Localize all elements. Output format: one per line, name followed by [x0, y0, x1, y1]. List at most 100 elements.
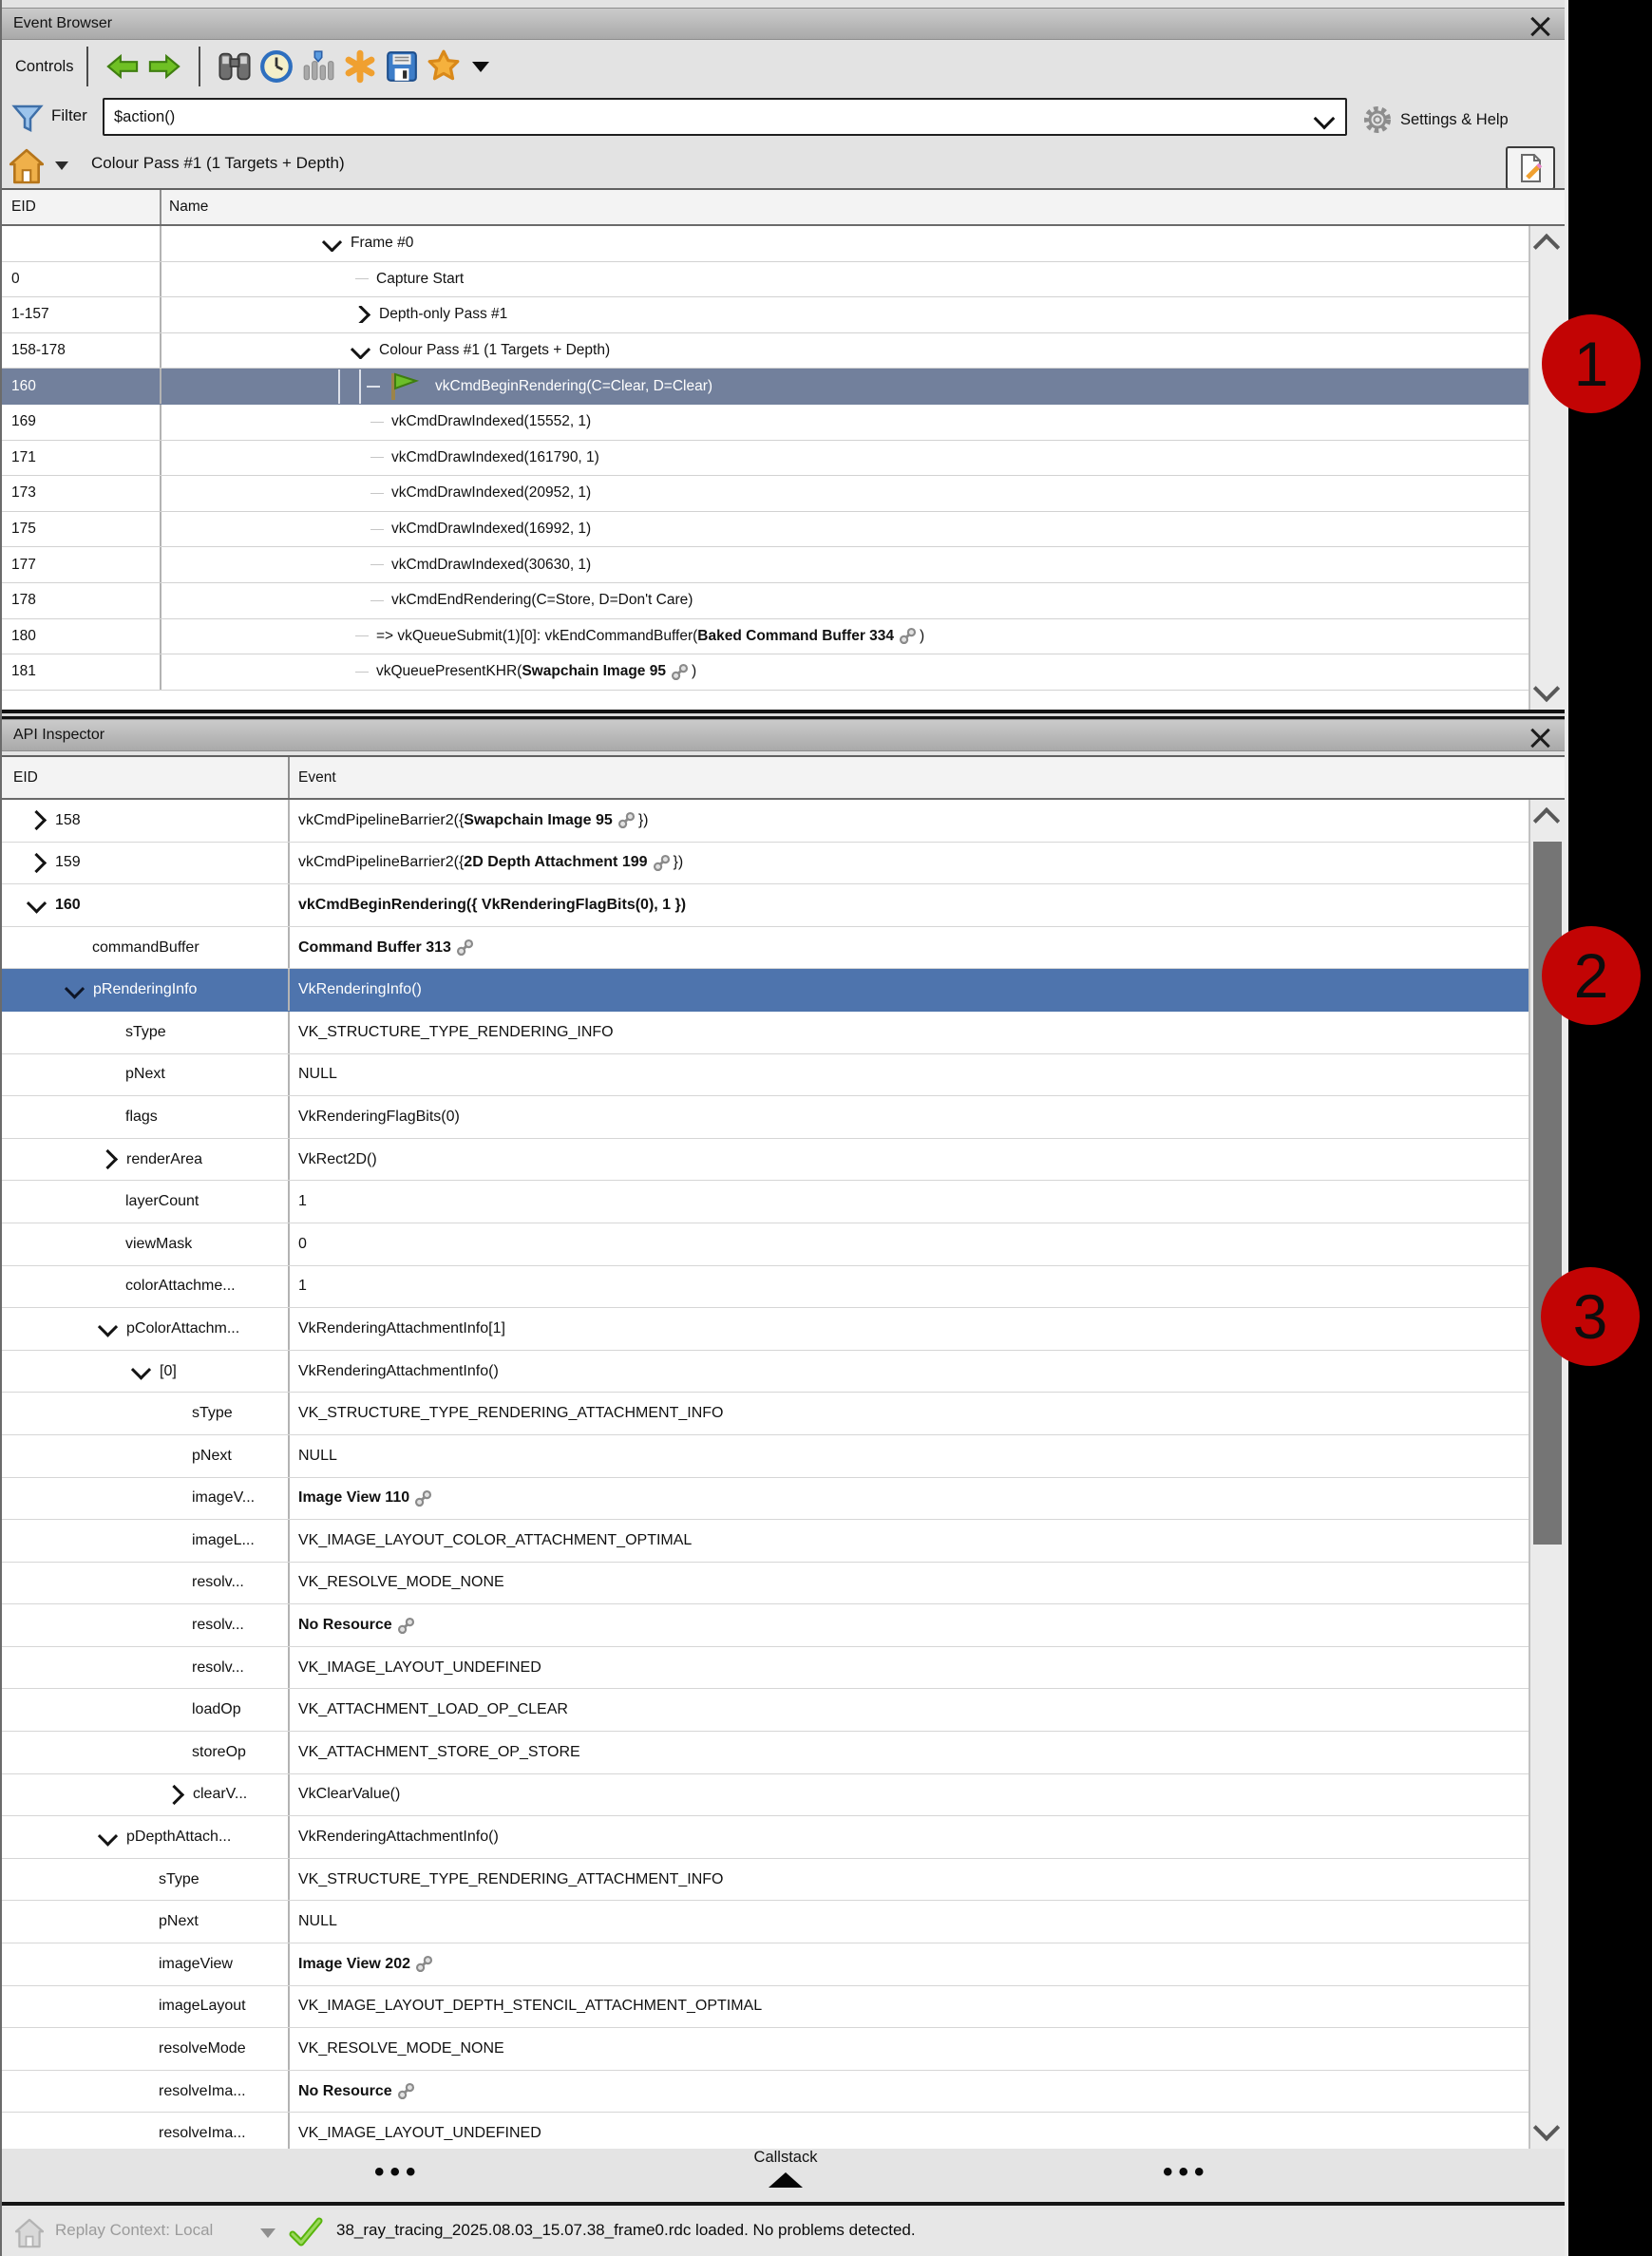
api-row[interactable]: sTypeVK_STRUCTURE_TYPE_RENDERING_INFO [2, 1012, 1529, 1054]
chevron-right-icon[interactable] [27, 853, 47, 873]
api-event-cell: No Resource [290, 1617, 1529, 1635]
bookmark-star-icon[interactable] [423, 46, 465, 87]
callstack-tab[interactable]: Callstack [705, 2149, 866, 2188]
replay-context-selector[interactable]: Replay Context: Local [55, 2221, 213, 2240]
breadcrumb-caret-icon[interactable] [55, 161, 68, 170]
dock-footer: ••• Callstack ••• [2, 2149, 1565, 2206]
back-arrow-icon[interactable] [102, 46, 143, 87]
event-row[interactable]: 160 vkCmdBeginRendering(C=Clear, D=Clear… [2, 369, 1529, 405]
api-row[interactable]: layerCount1 [2, 1181, 1529, 1223]
api-row[interactable]: pNextNULL [2, 1901, 1529, 1943]
event-row[interactable]: 169vkCmdDrawIndexed(15552, 1) [2, 405, 1529, 441]
settings-help-button[interactable]: Settings & Help [1362, 104, 1509, 135]
event-row[interactable]: 181vkQueuePresentKHR( Swapchain Image 95… [2, 654, 1529, 691]
api-inspector-titlebar[interactable]: API Inspector [2, 719, 1565, 751]
event-row[interactable]: 158-178Colour Pass #1 (1 Targets + Depth… [2, 333, 1529, 370]
api-row[interactable]: pNextNULL [2, 1435, 1529, 1478]
chevron-down-icon[interactable] [27, 894, 47, 914]
api-row[interactable]: sTypeVK_STRUCTURE_TYPE_RENDERING_ATTACHM… [2, 1859, 1529, 1902]
api-row[interactable]: pNextNULL [2, 1054, 1529, 1097]
api-row[interactable]: 160vkCmdBeginRendering({ VkRenderingFlag… [2, 884, 1529, 927]
api-row[interactable]: commandBufferCommand Buffer 313 [2, 927, 1529, 970]
edit-filter-button[interactable] [1506, 146, 1555, 190]
api-row[interactable]: resolveModeVK_RESOLVE_MODE_NONE [2, 2028, 1529, 2071]
api-row[interactable]: loadOpVK_ATTACHMENT_LOAD_OP_CLEAR [2, 1689, 1529, 1732]
chevron-right-icon[interactable] [27, 810, 47, 830]
api-row[interactable]: pColorAttachm...VkRenderingAttachmentInf… [2, 1308, 1529, 1351]
api-row[interactable]: imageL...VK_IMAGE_LAYOUT_COLOR_ATTACHMEN… [2, 1520, 1529, 1563]
resource-usage-asterisk-icon[interactable] [339, 46, 381, 87]
api-row[interactable]: pRenderingInfoVkRenderingInfo() [2, 969, 1529, 1012]
chevron-down-icon[interactable] [260, 2228, 275, 2238]
api-row[interactable]: sTypeVK_STRUCTURE_TYPE_RENDERING_ATTACHM… [2, 1393, 1529, 1435]
column-header-eid[interactable]: EID [2, 190, 161, 224]
chevron-down-icon[interactable] [1314, 108, 1336, 130]
api-row[interactable]: viewMask0 [2, 1223, 1529, 1266]
time-clock-icon[interactable] [256, 46, 297, 87]
api-row[interactable]: imageLayoutVK_IMAGE_LAYOUT_DEPTH_STENCIL… [2, 1986, 1529, 2029]
event-row[interactable]: 180=> vkQueueSubmit(1)[0]: vkEndCommandB… [2, 619, 1529, 655]
api-row[interactable]: flagsVkRenderingFlagBits(0) [2, 1096, 1529, 1139]
find-binoculars-icon[interactable] [214, 46, 256, 87]
scroll-up-icon[interactable] [1533, 234, 1560, 260]
api-event-cell: NULL [290, 1066, 1529, 1083]
chevron-down-icon[interactable] [322, 235, 342, 252]
column-header-event[interactable]: Event [290, 769, 1565, 787]
dock-handle-right[interactable]: ••• [1163, 2156, 1210, 2189]
controls-menu-button[interactable]: Controls [15, 58, 73, 76]
chevron-down-icon[interactable] [98, 1318, 118, 1337]
api-row[interactable]: imageViewImage View 202 [2, 1943, 1529, 1986]
column-header-eid[interactable]: EID [2, 757, 290, 798]
api-row[interactable]: resolv...No Resource [2, 1604, 1529, 1647]
api-event-cell: 1 [290, 1193, 1529, 1210]
event-row[interactable]: 0Capture Start [2, 262, 1529, 298]
api-row[interactable]: resolveIma...No Resource [2, 2071, 1529, 2114]
panel-splitter[interactable] [2, 710, 1565, 719]
chevron-down-icon[interactable] [98, 1826, 118, 1846]
api-row[interactable]: pDepthAttach...VkRenderingAttachmentInfo… [2, 1816, 1529, 1859]
chevron-down-icon[interactable] [351, 342, 370, 359]
event-row[interactable]: Frame #0 [2, 226, 1529, 262]
api-row[interactable]: [0]VkRenderingAttachmentInfo() [2, 1351, 1529, 1393]
chevron-down-icon[interactable] [65, 978, 85, 998]
chevron-right-icon[interactable] [164, 1785, 184, 1805]
filter-input[interactable]: $action() [103, 98, 1347, 136]
scroll-up-icon[interactable] [1533, 807, 1560, 834]
event-row[interactable]: 1-157Depth-only Pass #1 [2, 297, 1529, 333]
close-icon[interactable] [1530, 14, 1549, 33]
api-row[interactable]: 158vkCmdPipelineBarrier2({ Swapchain Ima… [2, 800, 1529, 843]
cell-text: VK_STRUCTURE_TYPE_RENDERING_ATTACHMENT_I… [298, 1405, 723, 1422]
api-row[interactable]: storeOpVK_ATTACHMENT_STORE_OP_STORE [2, 1732, 1529, 1774]
column-header-name[interactable]: Name [161, 199, 1565, 216]
api-row[interactable]: 159vkCmdPipelineBarrier2({ 2D Depth Atta… [2, 843, 1529, 885]
api-row[interactable]: resolv...VK_RESOLVE_MODE_NONE [2, 1563, 1529, 1605]
event-row[interactable]: 175vkCmdDrawIndexed(16992, 1) [2, 512, 1529, 548]
scroll-down-icon[interactable] [1533, 675, 1560, 702]
api-row[interactable]: renderAreaVkRect2D() [2, 1139, 1529, 1182]
api-param-label: colorAttachme... [125, 1278, 236, 1295]
api-row[interactable]: resolveIma...VK_IMAGE_LAYOUT_UNDEFINED [2, 2113, 1529, 2149]
dropdown-caret-icon[interactable] [472, 62, 489, 72]
api-row[interactable]: imageV...Image View 110 [2, 1478, 1529, 1521]
api-event-cell: vkCmdPipelineBarrier2({ Swapchain Image … [290, 811, 1529, 829]
close-icon[interactable] [1530, 726, 1549, 745]
dock-handle-left[interactable]: ••• [374, 2156, 422, 2189]
api-row[interactable]: clearV...VkClearValue() [2, 1774, 1529, 1817]
chevron-down-icon[interactable] [131, 1359, 151, 1379]
api-event-cell: NULL [290, 1913, 1529, 1930]
event-browser-titlebar[interactable]: Event Browser [2, 8, 1565, 40]
event-row[interactable]: 171vkCmdDrawIndexed(161790, 1) [2, 441, 1529, 477]
chevron-right-icon[interactable] [98, 1149, 118, 1169]
scroll-down-icon[interactable] [1533, 2114, 1560, 2141]
event-row[interactable]: 178vkCmdEndRendering(C=Store, D=Don't Ca… [2, 583, 1529, 619]
api-row[interactable]: colorAttachme...1 [2, 1266, 1529, 1309]
timings-histogram-icon[interactable] [297, 46, 339, 87]
event-row[interactable]: 173vkCmdDrawIndexed(20952, 1) [2, 476, 1529, 512]
forward-arrow-icon[interactable] [143, 46, 185, 87]
api-row[interactable]: resolv...VK_IMAGE_LAYOUT_UNDEFINED [2, 1647, 1529, 1690]
save-floppy-icon[interactable] [381, 46, 423, 87]
event-browser-scrollbar[interactable] [1529, 226, 1565, 710]
chevron-right-icon[interactable] [351, 306, 370, 323]
home-icon[interactable] [9, 148, 44, 184]
event-row[interactable]: 177vkCmdDrawIndexed(30630, 1) [2, 547, 1529, 583]
